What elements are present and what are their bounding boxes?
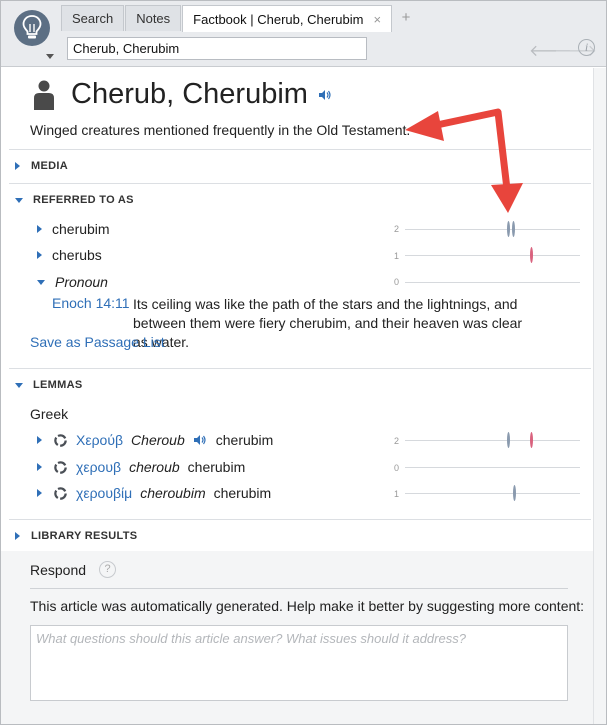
divider [9,149,591,150]
section-label: MEDIA [31,160,68,172]
referred-row-cherubs[interactable]: cherubs [37,247,102,263]
app-menu-caret-icon[interactable] [46,54,54,59]
distribution-mark[interactable] [511,221,515,237]
factbook-search-input[interactable] [67,37,367,60]
lemma-cycle-icon [54,460,67,474]
section-referred-to-as[interactable]: REFERRED TO AS [15,194,134,206]
respond-intro-text: This article was automatically generated… [30,598,585,614]
section-label: LEMMAS [33,379,83,391]
lemma-transliteration: cheroub [129,459,180,475]
expand-triangle-icon [37,251,42,259]
expand-triangle-icon [37,436,42,444]
lemma-greek-link[interactable]: χερουβ [76,459,121,475]
occurrence-count: 0 [394,463,400,473]
lemma-transliteration: Cheroub [131,432,185,448]
referred-label: Pronoun [55,274,108,290]
occurrence-count: 1 [394,489,400,499]
lemma-cycle-icon [54,486,67,500]
distribution-track [405,229,580,230]
distribution-track [405,440,580,441]
suggestion-textarea[interactable]: What questions should this article answe… [30,625,568,701]
lemma-transliteration: cheroubim [140,485,206,501]
lemma-row[interactable]: Χερούβ Cheroub cherubim [37,432,273,448]
collapse-triangle-icon [15,382,23,388]
article-title: Cherub, Cherubim [71,78,308,110]
lemma-row[interactable]: χερουβ cheroub cherubim [37,459,245,475]
occurrence-count: 1 [394,251,400,261]
occurrence-count: 0 [394,277,400,287]
respond-title: Respond [30,561,87,578]
distribution-mark[interactable] [507,432,511,448]
expand-triangle-icon [37,225,42,233]
add-tab-button[interactable]: + [393,5,419,31]
close-tab-icon[interactable]: × [373,7,381,32]
lemma-gloss: cherubim [213,485,272,501]
occurrence-count: 2 [394,436,400,446]
expand-triangle-icon [37,463,42,471]
lemma-row[interactable]: χερουβίμ cheroubim cherubim [37,485,271,501]
passage-text: Its ceiling was like the path of the sta… [133,296,523,350]
lemma-greek-link[interactable]: Χερούβ [76,432,123,448]
section-media[interactable]: MEDIA [15,160,68,172]
tab-notes[interactable]: Notes [125,5,182,31]
distribution-track [405,467,580,468]
expand-triangle-icon [15,532,20,540]
distribution-track [405,282,580,283]
referred-label: cherubim [52,221,110,237]
section-library-results[interactable]: LIBRARY RESULTS [15,530,137,542]
section-label: REFERRED TO AS [33,194,134,206]
lemma-cycle-icon [54,433,67,447]
pronunciation-speaker-icon[interactable] [318,89,332,101]
collapse-triangle-icon [15,197,23,203]
help-icon[interactable]: ? [99,561,117,578]
divider [30,588,568,589]
tab-label: Notes [136,11,171,26]
tab-label: Search [72,11,114,26]
distribution-track [405,493,580,494]
referred-row-pronoun[interactable]: Pronoun [37,274,108,290]
distribution-mark[interactable] [530,247,533,263]
factbook-window: Search Notes Factbook | Cherub, Cherubim… [0,0,607,725]
occurrence-count: 2 [394,224,400,234]
tab-search[interactable]: Search [61,5,125,31]
info-icon[interactable]: i [578,39,595,56]
lemma-speaker-icon[interactable] [193,434,207,446]
section-lemmas[interactable]: LEMMAS [15,379,82,391]
save-as-passage-list-link[interactable]: Save as Passage List [30,334,165,350]
divider [9,183,591,184]
tab-strip: Search Notes Factbook | Cherub, Cherubim… [61,5,419,32]
lemma-gloss: cherubim [215,432,274,448]
respond-panel: Respond ? This article was automatically… [1,551,593,724]
section-label: LIBRARY RESULTS [31,530,138,542]
lightbulb-app-menu-icon[interactable] [14,10,50,46]
respond-header: Respond ? [30,561,117,578]
lemma-gloss: cherubim [187,459,246,475]
article-description: Winged creatures mentioned frequently in… [30,122,411,138]
expand-triangle-icon [15,162,20,170]
distribution-track [405,255,580,256]
divider [9,519,591,520]
distribution-mark[interactable] [512,485,516,501]
collapse-triangle-icon [37,279,45,285]
distribution-mark[interactable] [530,432,533,448]
expand-triangle-icon [37,489,42,497]
divider [9,368,591,369]
tab-label: Factbook | Cherub, Cherubim [193,11,364,27]
person-icon [33,80,55,110]
vertical-scrollbar[interactable] [593,68,606,724]
article-panel: Cherub, Cherubim Winged creatures mentio… [1,68,593,724]
referred-row-cherubim[interactable]: cherubim [37,221,110,237]
tab-factbook[interactable]: Factbook | Cherub, Cherubim × [182,5,393,32]
referred-label: cherubs [52,247,102,263]
lemma-greek-link[interactable]: χερουβίμ [76,485,132,501]
language-label: Greek [30,406,69,422]
article-header: Cherub, Cherubim [33,78,332,111]
distribution-mark[interactable] [507,221,511,237]
toolbar: Search Notes Factbook | Cherub, Cherubim… [1,1,606,67]
